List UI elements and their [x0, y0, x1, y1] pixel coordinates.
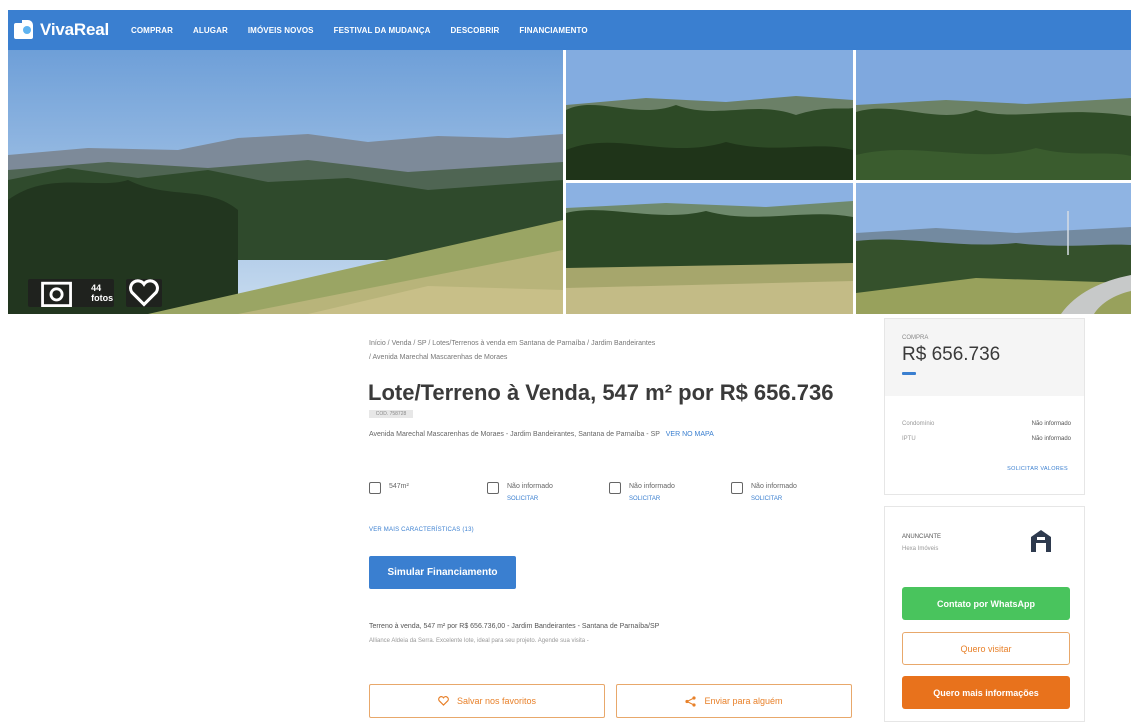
nav-item-descobrir[interactable]: DESCOBRIR [451, 26, 500, 35]
feature-bedrooms-label: Não informado [507, 483, 553, 490]
view-on-map-link[interactable]: VER NO MAPA [666, 431, 714, 438]
description-line-2: Alliance Aldeia da Serra. Excelente lote… [369, 638, 589, 644]
schedule-visit-button[interactable]: Quero visitar [902, 632, 1070, 665]
main-nav: COMPRAR ALUGAR IMÓVEIS NOVOS FESTIVAL DA… [131, 26, 588, 35]
vivareal-logo-icon [14, 20, 34, 40]
save-favorites-label: Salvar nos favoritos [456, 696, 537, 706]
share-label: Enviar para alguém [704, 696, 783, 706]
camera-icon [41, 281, 72, 307]
share-button[interactable]: Enviar para alguém [616, 684, 852, 718]
price-type-label: COMPRA [902, 335, 929, 341]
shower-icon [609, 482, 621, 494]
gallery-photo-5[interactable] [856, 183, 1131, 314]
feature-bathrooms: Não informado SOLICITAR [609, 481, 675, 505]
breadcrumb-line-1[interactable]: Início / Venda / SP / Lotes/Terrenos à v… [369, 337, 789, 351]
iptu-label: IPTU [902, 436, 916, 442]
gallery-photo-3[interactable] [856, 50, 1131, 180]
nav-item-financiamento[interactable]: FINANCIAMENTO [519, 26, 587, 35]
photos-count-label: 44 fotos [91, 283, 114, 303]
advertiser-name[interactable]: Hexa Imóveis [902, 546, 938, 552]
nav-item-imoveis-novos[interactable]: IMÓVEIS NOVOS [248, 26, 314, 35]
price-header: COMPRA R$ 656.736 [885, 319, 1084, 396]
heart-icon [129, 279, 159, 307]
iptu-row: IPTU Não informado [902, 436, 1071, 442]
area-icon [369, 482, 381, 494]
more-features-link[interactable]: VER MAIS CARACTERÍSTICAS (13) [369, 527, 474, 533]
feature-bedrooms: Não informado SOLICITAR [487, 481, 553, 505]
condo-fee-value: Não informado [1031, 421, 1071, 427]
feature-parking: Não informado SOLICITAR [731, 481, 797, 505]
feature-parking-label: Não informado [751, 483, 797, 490]
feature-parking-request-link[interactable]: SOLICITAR [751, 493, 797, 505]
condo-fee-row: Condomínio Não informado [902, 421, 1071, 427]
photo-gallery: 44 fotos [8, 50, 1131, 314]
listing-address: Avenida Marechal Mascarenhas de Moraes -… [369, 431, 714, 438]
top-navigation-bar: VivaReal COMPRAR ALUGAR IMÓVEIS NOVOS FE… [8, 10, 1131, 50]
gallery-photo-4[interactable] [566, 183, 853, 314]
feature-bedrooms-request-link[interactable]: SOLICITAR [507, 493, 553, 505]
address-text: Avenida Marechal Mascarenhas de Moraes -… [369, 431, 660, 438]
feature-bathrooms-request-link[interactable]: SOLICITAR [629, 493, 675, 505]
iptu-value: Não informado [1031, 436, 1071, 442]
description-line-1: Terreno à venda, 547 m² por R$ 656.736,0… [369, 623, 660, 630]
price-value: R$ 656.736 [902, 344, 1001, 365]
car-icon [731, 482, 743, 494]
nav-item-alugar[interactable]: ALUGAR [193, 26, 228, 35]
favorite-photo-button[interactable] [126, 279, 162, 307]
advertiser-card: ANUNCIANTE Hexa Imóveis Contato por What… [884, 506, 1085, 722]
price-accent-bar [902, 372, 916, 375]
listing-title: Lote/Terreno à Venda, 547 m² por R$ 656.… [368, 380, 834, 405]
save-favorites-button[interactable]: Salvar nos favoritos [369, 684, 605, 718]
share-icon [685, 695, 697, 707]
whatsapp-contact-button[interactable]: Contato por WhatsApp [902, 587, 1070, 620]
vivareal-logo[interactable]: VivaReal [14, 20, 109, 40]
brand-name: VivaReal [40, 20, 109, 39]
gallery-photo-2[interactable] [566, 50, 853, 180]
advertiser-logo-icon[interactable] [1030, 529, 1052, 553]
more-info-button[interactable]: Quero mais informações [902, 676, 1070, 709]
listing-code-badge: COD. 758728 [369, 410, 413, 418]
feature-bathrooms-label: Não informado [629, 483, 675, 490]
heart-icon [438, 696, 449, 706]
advertiser-label: ANUNCIANTE [902, 534, 942, 540]
simulate-financing-button[interactable]: Simular Financiamento [369, 556, 516, 589]
price-card: COMPRA R$ 656.736 Condomínio Não informa… [884, 318, 1085, 495]
nav-item-festival-da-mudanca[interactable]: FESTIVAL DA MUDANÇA [334, 26, 431, 35]
main-photo[interactable]: 44 fotos [8, 50, 563, 314]
nav-item-comprar[interactable]: COMPRAR [131, 26, 173, 35]
breadcrumb-line-2[interactable]: / Avenida Marechal Mascarenhas de Moraes [369, 351, 789, 365]
photos-count-button[interactable]: 44 fotos [28, 279, 114, 307]
feature-area-label: 547m² [389, 483, 409, 490]
features-list: 547m² Não informado SOLICITAR Não inform… [369, 481, 839, 513]
condo-fee-label: Condomínio [902, 421, 935, 427]
feature-area: 547m² [369, 481, 409, 494]
request-values-link[interactable]: SOLICITAR VALORES [1007, 466, 1068, 472]
bed-icon [487, 482, 499, 494]
breadcrumb: Início / Venda / SP / Lotes/Terrenos à v… [369, 337, 789, 365]
